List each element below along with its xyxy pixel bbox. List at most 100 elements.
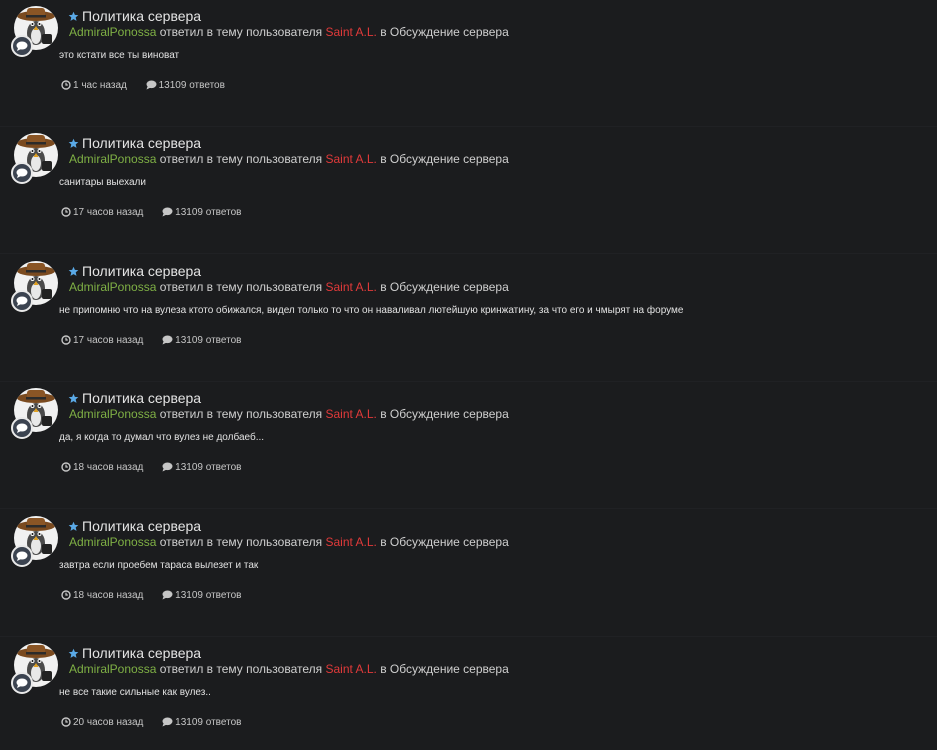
activity-item: Политика сервера AdmiralPonossa ответил … <box>0 510 937 637</box>
comment-badge <box>11 672 33 694</box>
time-label: 18 часов назад <box>73 590 144 601</box>
post-stats: 18 часов назад 13109 ответов <box>61 590 257 602</box>
forum-link[interactable]: Обсуждение сервера <box>390 152 509 166</box>
clock-icon <box>61 80 71 90</box>
author-link[interactable]: AdmiralPonossa <box>69 152 156 166</box>
topic-owner-link[interactable]: Saint A.L. <box>325 407 376 421</box>
comment-badge <box>11 35 33 57</box>
author-link[interactable]: AdmiralPonossa <box>69 25 156 39</box>
post-snippet[interactable]: не все такие сильные как вулез.. <box>59 687 211 699</box>
comment-badge <box>11 290 33 312</box>
topic-title-link[interactable]: Политика сервера <box>82 518 201 534</box>
activity-meta: AdmiralPonossa ответил в тему пользовате… <box>69 280 509 294</box>
topic-title-line: Политика сервера <box>68 135 201 151</box>
in-text: в <box>380 25 387 39</box>
forum-link[interactable]: Обсуждение сервера <box>390 280 509 294</box>
post-time[interactable]: 1 час назад <box>61 80 127 92</box>
author-link[interactable]: AdmiralPonossa <box>69 280 156 294</box>
clock-icon <box>61 462 71 472</box>
topic-owner-link[interactable]: Saint A.L. <box>325 662 376 676</box>
in-text: в <box>380 662 387 676</box>
author-link[interactable]: AdmiralPonossa <box>69 662 156 676</box>
comment-bubble-icon <box>16 678 28 688</box>
in-text: в <box>380 535 387 549</box>
post-time[interactable]: 17 часов назад <box>61 207 143 219</box>
activity-meta: AdmiralPonossa ответил в тему пользовате… <box>69 535 509 549</box>
reply-count: 13109 ответов <box>162 590 241 602</box>
post-time[interactable]: 18 часов назад <box>61 590 143 602</box>
comment-bubble-icon <box>16 551 28 561</box>
clock-icon <box>61 717 71 727</box>
star-icon <box>68 648 79 658</box>
topic-owner-link[interactable]: Saint A.L. <box>325 535 376 549</box>
action-text: ответил в тему пользователя <box>159 152 323 166</box>
activity-meta: AdmiralPonossa ответил в тему пользовате… <box>69 25 509 39</box>
activity-meta: AdmiralPonossa ответил в тему пользовате… <box>69 407 509 421</box>
star-icon <box>68 393 79 403</box>
comment-icon <box>162 462 173 472</box>
comment-icon <box>162 207 173 217</box>
topic-title-link[interactable]: Политика сервера <box>82 135 201 151</box>
comment-icon <box>162 717 173 727</box>
comment-bubble-icon <box>16 168 28 178</box>
time-label: 18 часов назад <box>73 462 144 473</box>
topic-title-link[interactable]: Политика сервера <box>82 645 201 661</box>
post-snippet[interactable]: завтра если проебем тараса вылезет и так <box>59 560 258 572</box>
author-link[interactable]: AdmiralPonossa <box>69 407 156 421</box>
topic-owner-link[interactable]: Saint A.L. <box>325 280 376 294</box>
comment-icon <box>146 80 157 90</box>
comment-badge <box>11 162 33 184</box>
topic-title-line: Политика сервера <box>68 390 201 406</box>
time-label: 1 час назад <box>73 80 127 91</box>
post-stats: 20 часов назад 13109 ответов <box>61 717 257 729</box>
topic-title-line: Политика сервера <box>68 263 201 279</box>
comment-badge <box>11 545 33 567</box>
replies-label: 13109 ответов <box>175 335 242 346</box>
post-stats: 17 часов назад 13109 ответов <box>61 335 257 347</box>
post-snippet[interactable]: да, я когда то думал что вулез не долбае… <box>59 432 264 444</box>
forum-link[interactable]: Обсуждение сервера <box>390 407 509 421</box>
clock-icon <box>61 335 71 345</box>
activity-feed: Политика сервера AdmiralPonossa ответил … <box>0 0 937 750</box>
post-stats: 17 часов назад 13109 ответов <box>61 207 257 219</box>
action-text: ответил в тему пользователя <box>159 280 323 294</box>
forum-link[interactable]: Обсуждение сервера <box>390 535 509 549</box>
topic-title-line: Политика сервера <box>68 645 201 661</box>
star-icon <box>68 266 79 276</box>
in-text: в <box>380 280 387 294</box>
post-snippet[interactable]: это кстати все ты виноват <box>59 50 179 62</box>
comment-icon <box>162 590 173 600</box>
action-text: ответил в тему пользователя <box>159 25 323 39</box>
reply-count: 13109 ответов <box>162 207 241 219</box>
comment-badge <box>11 417 33 439</box>
forum-link[interactable]: Обсуждение сервера <box>390 662 509 676</box>
reply-count: 13109 ответов <box>162 335 241 347</box>
topic-title-link[interactable]: Политика сервера <box>82 263 201 279</box>
activity-meta: AdmiralPonossa ответил в тему пользовате… <box>69 662 509 676</box>
action-text: ответил в тему пользователя <box>159 535 323 549</box>
forum-link[interactable]: Обсуждение сервера <box>390 25 509 39</box>
reply-count: 13109 ответов <box>146 80 225 92</box>
replies-label: 13109 ответов <box>175 207 242 218</box>
author-link[interactable]: AdmiralPonossa <box>69 535 156 549</box>
activity-item: Политика сервера AdmiralPonossa ответил … <box>0 0 937 127</box>
topic-title-link[interactable]: Политика сервера <box>82 390 201 406</box>
post-snippet[interactable]: санитары выехали <box>59 177 146 189</box>
topic-title-line: Политика сервера <box>68 8 201 24</box>
star-icon <box>68 521 79 531</box>
post-snippet[interactable]: не припомню что на вулеза ктото обижался… <box>59 305 683 317</box>
comment-bubble-icon <box>16 423 28 433</box>
action-text: ответил в тему пользователя <box>159 407 323 421</box>
reply-count: 13109 ответов <box>162 462 241 474</box>
post-time[interactable]: 18 часов назад <box>61 462 143 474</box>
replies-label: 13109 ответов <box>158 80 225 91</box>
clock-icon <box>61 590 71 600</box>
activity-meta: AdmiralPonossa ответил в тему пользовате… <box>69 152 509 166</box>
comment-bubble-icon <box>16 41 28 51</box>
topic-owner-link[interactable]: Saint A.L. <box>325 152 376 166</box>
topic-title-link[interactable]: Политика сервера <box>82 8 201 24</box>
post-time[interactable]: 17 часов назад <box>61 335 143 347</box>
topic-owner-link[interactable]: Saint A.L. <box>325 25 376 39</box>
activity-item: Политика сервера AdmiralPonossa ответил … <box>0 255 937 382</box>
post-time[interactable]: 20 часов назад <box>61 717 143 729</box>
